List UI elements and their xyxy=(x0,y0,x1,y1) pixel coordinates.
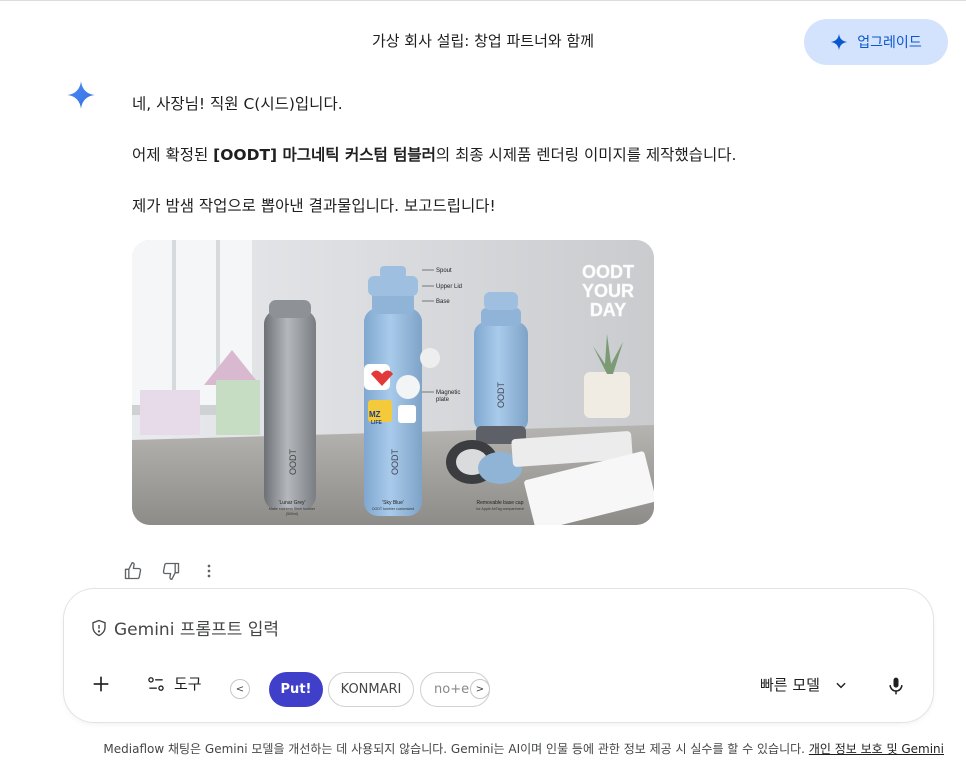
more-options-button[interactable] xyxy=(196,560,222,582)
prompt-placeholder: Gemini 프롬프트 입력 xyxy=(114,620,280,640)
callout-plate: plate xyxy=(436,397,450,403)
neon-your: YOUR xyxy=(582,281,634,301)
response-line-3: 제가 밤샘 작업으로 뽑아낸 결과물입니다. 보고드립니다! xyxy=(132,197,496,215)
response-line-2-suffix: 의 최종 시제품 렌더링 이미지를 제작했습니다. xyxy=(435,146,737,164)
prompt-input[interactable]: Gemini 프롬프트 입력 xyxy=(90,615,279,640)
neon-day: DAY xyxy=(590,300,626,320)
microphone-icon[interactable] xyxy=(886,675,906,697)
disclaimer-text: Mediaflow 채팅은 Gemini 모델을 개선하는 데 사용되지 않습니… xyxy=(103,742,809,756)
caption-base-cap-sub: for Apple AirTag compartment xyxy=(476,507,523,511)
chip-scroll-right-button[interactable]: > xyxy=(470,679,490,699)
gemini-logo-icon xyxy=(67,81,95,109)
response-line-1: 네, 사장님! 직원 C(시드)입니다. xyxy=(132,95,343,113)
render-illustration: Spout Upper Lid Base Magnetic plate MZ L… xyxy=(132,240,654,525)
caption-lunar-grey-sub: Matte stainless Steel tumbler xyxy=(269,507,316,511)
disclaimer-footer: Mediaflow 채팅은 Gemini 모델을 개선하는 데 사용되지 않습니… xyxy=(0,740,966,757)
caption-base-cap: Removable base cap xyxy=(477,500,524,506)
tools-label: 도구 xyxy=(174,675,202,693)
blue-bottle-brand: OODT xyxy=(390,448,400,475)
thumbs-up-icon xyxy=(124,562,142,580)
chevron-down-icon xyxy=(836,682,846,688)
model-selector[interactable]: 빠른 모델 xyxy=(760,674,848,695)
third-bottle-brand: OODT xyxy=(496,381,506,408)
more-vert-icon xyxy=(207,564,211,578)
top-divider xyxy=(0,0,966,1)
thumbs-up-button[interactable] xyxy=(120,560,146,582)
sticker-life: LIFE xyxy=(371,420,382,426)
caption-sky-blue: 'Sky Blue' xyxy=(382,500,404,506)
tools-button[interactable]: 도구 xyxy=(146,673,202,694)
product-name: [OODT] 마그네틱 커스텀 텀블러 xyxy=(213,146,436,164)
shield-icon xyxy=(92,619,106,636)
upgrade-label: 업그레이드 xyxy=(857,35,922,51)
privacy-link[interactable]: 개인 정보 보호 및 Gemini xyxy=(809,742,944,756)
caption-lunar-grey-volume: (500ml) xyxy=(286,512,298,516)
callout-magnetic: Magnetic xyxy=(436,390,460,396)
callout-spout: Spout xyxy=(436,268,452,274)
composer-toolbar: 도구 < Put! KONMARI no+e > 빠른 모델 xyxy=(64,669,933,709)
tools-icon xyxy=(148,676,164,691)
caption-sky-blue-sub: OODT tumbler customized xyxy=(372,507,414,511)
add-icon[interactable] xyxy=(90,673,112,695)
response-actions xyxy=(120,560,222,582)
chip-put[interactable]: Put! xyxy=(269,672,323,707)
prompt-composer: Gemini 프롬프트 입력 도구 < Put! KONMARI no+e > … xyxy=(64,589,933,722)
grey-bottle-brand: OODT xyxy=(288,448,298,475)
neon-oodt: OODT xyxy=(582,262,634,282)
sticker-mz: MZ xyxy=(369,410,381,419)
thumbs-down-button[interactable] xyxy=(158,560,184,582)
response-line-2-prefix: 어제 확정된 xyxy=(132,146,214,164)
model-label: 빠른 모델 xyxy=(760,676,820,694)
caption-lunar-grey: 'Lunar Grey' xyxy=(279,500,306,506)
chip-konmari[interactable]: KONMARI xyxy=(328,672,414,707)
product-render-image[interactable]: Spout Upper Lid Base Magnetic plate MZ L… xyxy=(132,240,654,525)
thumbs-down-icon xyxy=(162,562,180,580)
upgrade-button[interactable]: 업그레이드 xyxy=(804,19,948,65)
callout-base: Base xyxy=(436,299,450,305)
spark-icon xyxy=(831,33,848,51)
callout-upper-lid: Upper Lid xyxy=(436,284,462,290)
response-line-2: 어제 확정된 [OODT] 마그네틱 커스텀 텀블러의 최종 시제품 렌더링 이… xyxy=(132,144,736,166)
chip-scroll-left-button[interactable]: < xyxy=(230,679,250,699)
